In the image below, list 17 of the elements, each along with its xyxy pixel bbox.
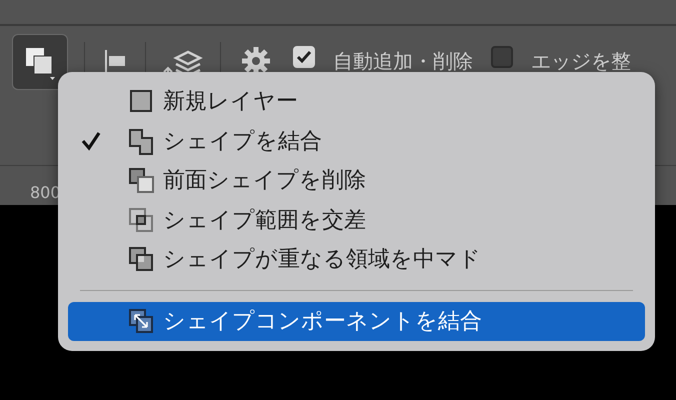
shape-mode-button[interactable] [12,34,68,90]
exclude-icon [128,246,155,274]
menu-item[interactable]: 前面シェイプを削除 [68,161,645,200]
menu-item[interactable]: シェイプ範囲を交差 [68,200,645,240]
intersect-icon [128,206,155,234]
menu-item[interactable]: 新規レイヤー [68,82,645,122]
checkbox-label: エッジを整 [531,48,631,75]
subtract-icon [128,167,155,194]
menu-item[interactable]: シェイプが重なる領域を中マド [68,240,645,280]
align-edges-checkbox[interactable] [491,46,513,68]
menu-item[interactable]: シェイプを結合 [68,122,645,161]
auto-add-checkbox[interactable] [293,46,315,68]
check-icon [296,49,312,65]
union-icon [128,128,155,155]
merge-icon [128,308,155,335]
checkbox-label: 自動追加・削除 [333,48,473,75]
menu-item[interactable]: シェイプコンポーネントを結合 [68,302,645,341]
